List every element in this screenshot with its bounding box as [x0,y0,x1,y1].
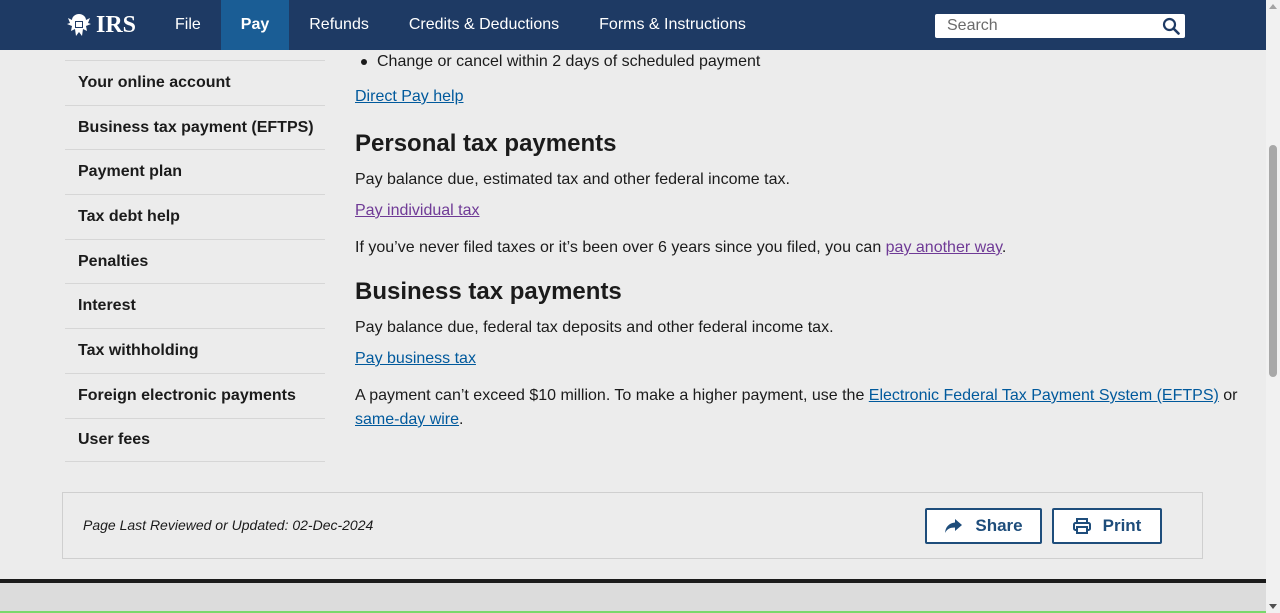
scroll-up-arrow-icon[interactable] [1269,4,1277,9]
search-icon [1162,17,1180,35]
pay-business-tax-link[interactable]: Pay business tax [355,350,476,367]
sidebar-item-interest[interactable]: Interest [65,283,325,328]
sidebar-item-foreign-electronic-payments[interactable]: Foreign electronic payments [65,372,325,418]
share-label: Share [975,516,1023,535]
business-tax-desc: Pay balance due, federal tax deposits an… [355,319,834,336]
nav-forms-instructions[interactable]: Forms & Instructions [579,0,766,50]
bullet-text: Change or cancel within 2 days of schedu… [377,53,761,70]
pay-individual-tax-link[interactable]: Pay individual tax [355,202,480,219]
eagle-logo-icon [67,14,91,36]
note-suffix: . [459,411,464,428]
nav-refunds[interactable]: Refunds [289,0,389,50]
last-reviewed-text: Page Last Reviewed or Updated: 02-Dec-20… [83,517,374,533]
note-suffix: . [1001,239,1007,256]
logo-text: IRS [96,11,137,38]
nav-file[interactable]: File [155,0,221,50]
note-mid: or [1218,387,1238,404]
pay-another-way-link[interactable]: pay another way [886,239,1002,256]
search-box [935,14,1185,38]
eftps-link[interactable]: Electronic Federal Tax Payment System (E… [869,387,1219,404]
nav-pay[interactable]: Pay [220,0,290,50]
business-tax-heading: Business tax payments [355,278,622,305]
share-icon [945,519,963,533]
nav-credits-deductions[interactable]: Credits & Deductions [389,0,579,50]
personal-tax-note: If you’ve never filed taxes or it’s been… [355,236,1006,260]
scroll-down-arrow-icon[interactable] [1269,604,1277,609]
sidebar-item-your-online-account[interactable]: Your online account [65,60,325,105]
sidebar-item-tax-debt-help[interactable]: Tax debt help [65,194,325,239]
site-footer [0,583,1266,613]
search-button[interactable] [1161,16,1181,36]
sidebar-item-business-tax-payment[interactable]: Business tax payment (EFTPS) [65,104,325,150]
same-day-wire-link[interactable]: same-day wire [355,411,459,428]
bullet-dot-icon [361,59,367,65]
printer-icon [1072,518,1091,534]
print-button[interactable]: Print [1052,508,1162,544]
print-label: Print [1102,516,1142,535]
scroll-thumb[interactable] [1269,145,1277,377]
note-text: A payment can’t exceed $10 million. To m… [355,387,869,404]
share-button[interactable]: Share [925,508,1042,544]
site-header: IRS File Pay Refunds Credits & Deduction… [0,0,1266,50]
list-item: Change or cancel within 2 days of schedu… [355,53,760,71]
note-text: If you’ve never filed taxes or it’s been… [355,239,886,256]
personal-tax-heading: Personal tax payments [355,130,617,157]
business-tax-note: A payment can’t exceed $10 million. To m… [355,384,1238,408]
page-review-box: Page Last Reviewed or Updated: 02-Dec-20… [62,492,1203,559]
sidebar-item-tax-withholding[interactable]: Tax withholding [65,328,325,373]
page-scrollbar[interactable] [1266,0,1280,613]
business-tax-note-line2: same-day wire. [355,408,463,432]
sidebar-item-penalties[interactable]: Penalties [65,238,325,284]
sidebar-item-user-fees[interactable]: User fees [65,417,325,463]
direct-pay-help-link[interactable]: Direct Pay help [355,88,464,105]
main-nav: File Pay Refunds Credits & Deductions Fo… [155,0,766,50]
search-input[interactable] [935,15,1155,37]
sidebar-nav: Your online account Business tax payment… [65,60,325,463]
personal-tax-desc: Pay balance due, estimated tax and other… [355,171,790,188]
sidebar-item-payment-plan[interactable]: Payment plan [65,149,325,194]
irs-logo[interactable]: IRS [64,10,136,40]
